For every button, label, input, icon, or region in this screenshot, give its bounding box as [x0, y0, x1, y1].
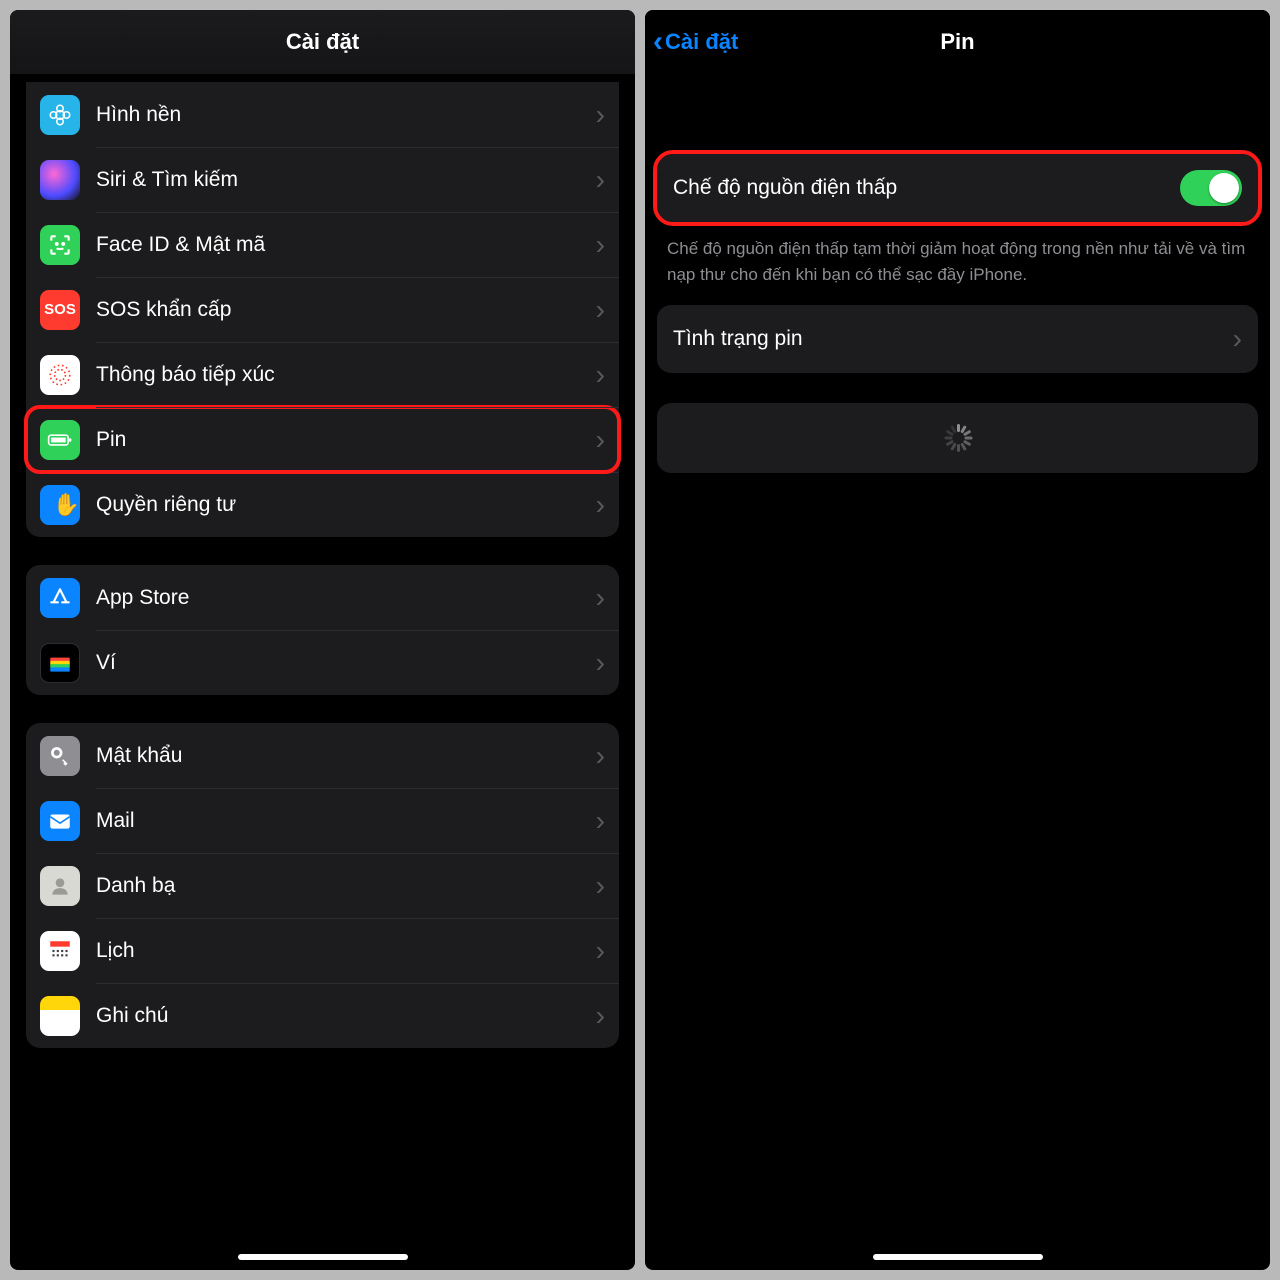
notes-icon	[40, 996, 80, 1036]
low-power-description: Chế độ nguồn điện thấp tạm thời giảm hoạ…	[645, 222, 1270, 295]
row-mail[interactable]: Mail ›	[26, 788, 619, 853]
nav-header: ‹ Cài đặt Pin	[645, 10, 1270, 74]
row-label: SOS khẩn cấp	[96, 298, 596, 322]
settings-group-3: Mật khẩu › Mail › Danh bạ ›	[26, 723, 619, 1048]
low-power-row[interactable]: Chế độ nguồn điện thấp	[657, 154, 1258, 222]
chevron-right-icon: ›	[596, 935, 605, 967]
sos-text: SOS	[44, 301, 76, 318]
row-faceid[interactable]: Face ID & Mật mã ›	[26, 212, 619, 277]
settings-content: Hình nền › Siri & Tìm kiếm › Face ID & M…	[10, 74, 635, 1270]
chevron-right-icon: ›	[596, 1000, 605, 1032]
row-passwords[interactable]: Mật khẩu ›	[26, 723, 619, 788]
battery-content: Chế độ nguồn điện thấp Chế độ nguồn điện…	[645, 74, 1270, 473]
contacts-icon	[40, 866, 80, 906]
battery-icon	[40, 420, 80, 460]
row-battery[interactable]: Pin ›	[26, 407, 619, 472]
chevron-right-icon: ›	[596, 164, 605, 196]
row-exposure[interactable]: Thông báo tiếp xúc ›	[26, 342, 619, 407]
back-button[interactable]: ‹ Cài đặt	[653, 10, 738, 74]
settings-group-2: App Store › Ví ›	[26, 565, 619, 695]
chevron-right-icon: ›	[596, 870, 605, 902]
battery-health-label: Tình trạng pin	[673, 327, 1233, 351]
page-title: Pin	[940, 29, 974, 55]
wallet-icon	[40, 643, 80, 683]
row-label: Lịch	[96, 939, 596, 963]
row-label: Ví	[96, 651, 596, 675]
row-notes[interactable]: Ghi chú ›	[26, 983, 619, 1048]
chevron-right-icon: ›	[596, 99, 605, 131]
privacy-icon: ✋	[40, 485, 80, 525]
row-label: Pin	[96, 428, 596, 452]
usage-loading-card	[657, 403, 1258, 473]
spinner-icon	[944, 424, 972, 452]
battery-screen: ‹ Cài đặt Pin Chế độ nguồn điện thấp Chế…	[645, 10, 1270, 1270]
home-indicator[interactable]	[238, 1254, 408, 1260]
row-wallet[interactable]: Ví ›	[26, 630, 619, 695]
row-sos[interactable]: SOS SOS khẩn cấp ›	[26, 277, 619, 342]
chevron-right-icon: ›	[596, 294, 605, 326]
row-label: App Store	[96, 586, 596, 610]
siri-icon	[40, 160, 80, 200]
chevron-right-icon: ›	[596, 359, 605, 391]
faceid-icon	[40, 225, 80, 265]
switch-knob	[1209, 173, 1239, 203]
chevron-right-icon: ›	[596, 740, 605, 772]
row-label: Face ID & Mật mã	[96, 233, 596, 257]
row-label: Siri & Tìm kiếm	[96, 168, 596, 192]
chevron-right-icon: ›	[596, 489, 605, 521]
settings-screen: Cài đặt Hình nền › Siri & Tìm kiếm › Fac…	[10, 10, 635, 1270]
chevron-right-icon: ›	[596, 582, 605, 614]
chevron-right-icon: ›	[596, 805, 605, 837]
passwords-icon	[40, 736, 80, 776]
row-label: Quyền riêng tư	[96, 493, 596, 517]
low-power-label: Chế độ nguồn điện thấp	[673, 176, 1180, 200]
row-siri[interactable]: Siri & Tìm kiếm ›	[26, 147, 619, 212]
row-label: Mail	[96, 809, 596, 833]
nav-header: Cài đặt	[10, 10, 635, 74]
row-label: Thông báo tiếp xúc	[96, 363, 596, 387]
row-label: Ghi chú	[96, 1004, 596, 1028]
calendar-icon	[40, 931, 80, 971]
chevron-right-icon: ›	[596, 647, 605, 679]
row-label: Danh bạ	[96, 874, 596, 898]
chevron-right-icon: ›	[596, 229, 605, 261]
low-power-switch[interactable]	[1180, 170, 1242, 206]
page-title: Cài đặt	[286, 29, 359, 55]
row-calendar[interactable]: Lịch ›	[26, 918, 619, 983]
row-wallpaper[interactable]: Hình nền ›	[26, 82, 619, 147]
row-appstore[interactable]: App Store ›	[26, 565, 619, 630]
row-label: Hình nền	[96, 103, 596, 127]
low-power-card: Chế độ nguồn điện thấp	[657, 154, 1258, 222]
chevron-left-icon: ‹	[653, 27, 663, 57]
row-contacts[interactable]: Danh bạ ›	[26, 853, 619, 918]
battery-health-row[interactable]: Tình trạng pin ›	[657, 305, 1258, 373]
chevron-right-icon: ›	[596, 424, 605, 456]
exposure-icon	[40, 355, 80, 395]
battery-health-card: Tình trạng pin ›	[657, 305, 1258, 373]
chevron-right-icon: ›	[1233, 323, 1242, 355]
sos-icon: SOS	[40, 290, 80, 330]
settings-group-1: Hình nền › Siri & Tìm kiếm › Face ID & M…	[26, 82, 619, 537]
row-label: Mật khẩu	[96, 744, 596, 768]
mail-icon	[40, 801, 80, 841]
appstore-icon	[40, 578, 80, 618]
wallpaper-icon	[40, 95, 80, 135]
home-indicator[interactable]	[873, 1254, 1043, 1260]
row-privacy[interactable]: ✋ Quyền riêng tư ›	[26, 472, 619, 537]
back-label: Cài đặt	[665, 29, 738, 55]
